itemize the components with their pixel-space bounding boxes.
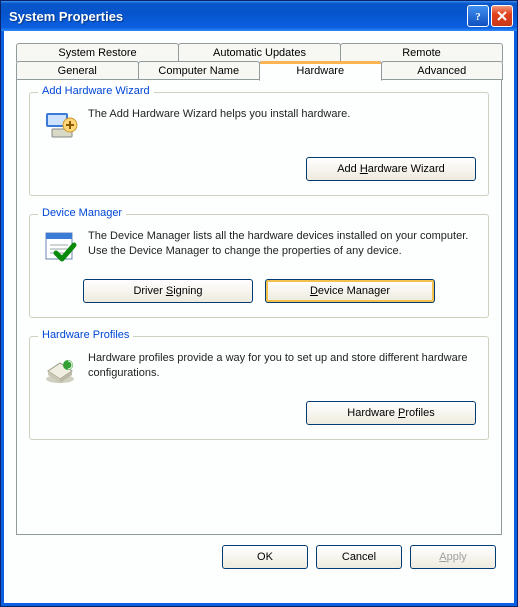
tab-advanced[interactable]: Advanced	[381, 61, 504, 80]
hardware-profiles-icon	[42, 351, 78, 387]
device-manager-group-title: Device Manager	[38, 207, 126, 219]
window-title: System Properties	[9, 9, 465, 24]
device-manager-group: Device Manager The	[29, 214, 489, 318]
svg-text:?: ?	[475, 11, 481, 22]
add-hardware-group: Add Hardware Wizard The Add Hardware	[29, 92, 489, 196]
system-properties-window: System Properties ? System Restore Autom…	[0, 0, 518, 607]
dialog-buttons: OK Cancel Apply	[12, 535, 506, 575]
device-manager-icon	[42, 229, 78, 265]
driver-signing-button[interactable]: Driver Signing	[83, 279, 253, 303]
add-hardware-group-title: Add Hardware Wizard	[38, 85, 154, 97]
add-hardware-wizard-button[interactable]: Add Hardware Wizard	[306, 157, 476, 181]
hardware-tab-panel: Add Hardware Wizard The Add Hardware	[16, 79, 502, 535]
close-button[interactable]	[491, 5, 513, 27]
apply-button: Apply	[410, 545, 496, 569]
hardware-profiles-button[interactable]: Hardware Profiles	[306, 401, 476, 425]
title-bar: System Properties ?	[1, 1, 517, 31]
tab-control: System Restore Automatic Updates Remote …	[16, 43, 502, 535]
tab-computer-name[interactable]: Computer Name	[138, 61, 261, 80]
help-icon: ?	[472, 10, 484, 22]
cancel-button[interactable]: Cancel	[316, 545, 402, 569]
close-icon	[496, 10, 508, 22]
hardware-profiles-group-title: Hardware Profiles	[38, 329, 133, 341]
hardware-profiles-group: Hardware Profiles H	[29, 336, 489, 440]
add-hardware-text: The Add Hardware Wizard helps you instal…	[88, 107, 476, 143]
help-button[interactable]: ?	[467, 5, 489, 27]
hardware-profiles-text: Hardware profiles provide a way for you …	[88, 351, 476, 387]
tab-hardware[interactable]: Hardware	[259, 61, 382, 81]
tab-general[interactable]: General	[16, 61, 139, 80]
tab-remote[interactable]: Remote	[340, 43, 503, 62]
device-manager-button[interactable]: Device Manager	[265, 279, 435, 303]
ok-button[interactable]: OK	[222, 545, 308, 569]
client-area: System Restore Automatic Updates Remote …	[1, 31, 517, 606]
tab-system-restore[interactable]: System Restore	[16, 43, 179, 62]
apply-label: Apply	[439, 551, 467, 563]
tab-automatic-updates[interactable]: Automatic Updates	[178, 43, 341, 62]
device-manager-text: The Device Manager lists all the hardwar…	[88, 229, 476, 265]
add-hardware-icon	[42, 107, 78, 143]
